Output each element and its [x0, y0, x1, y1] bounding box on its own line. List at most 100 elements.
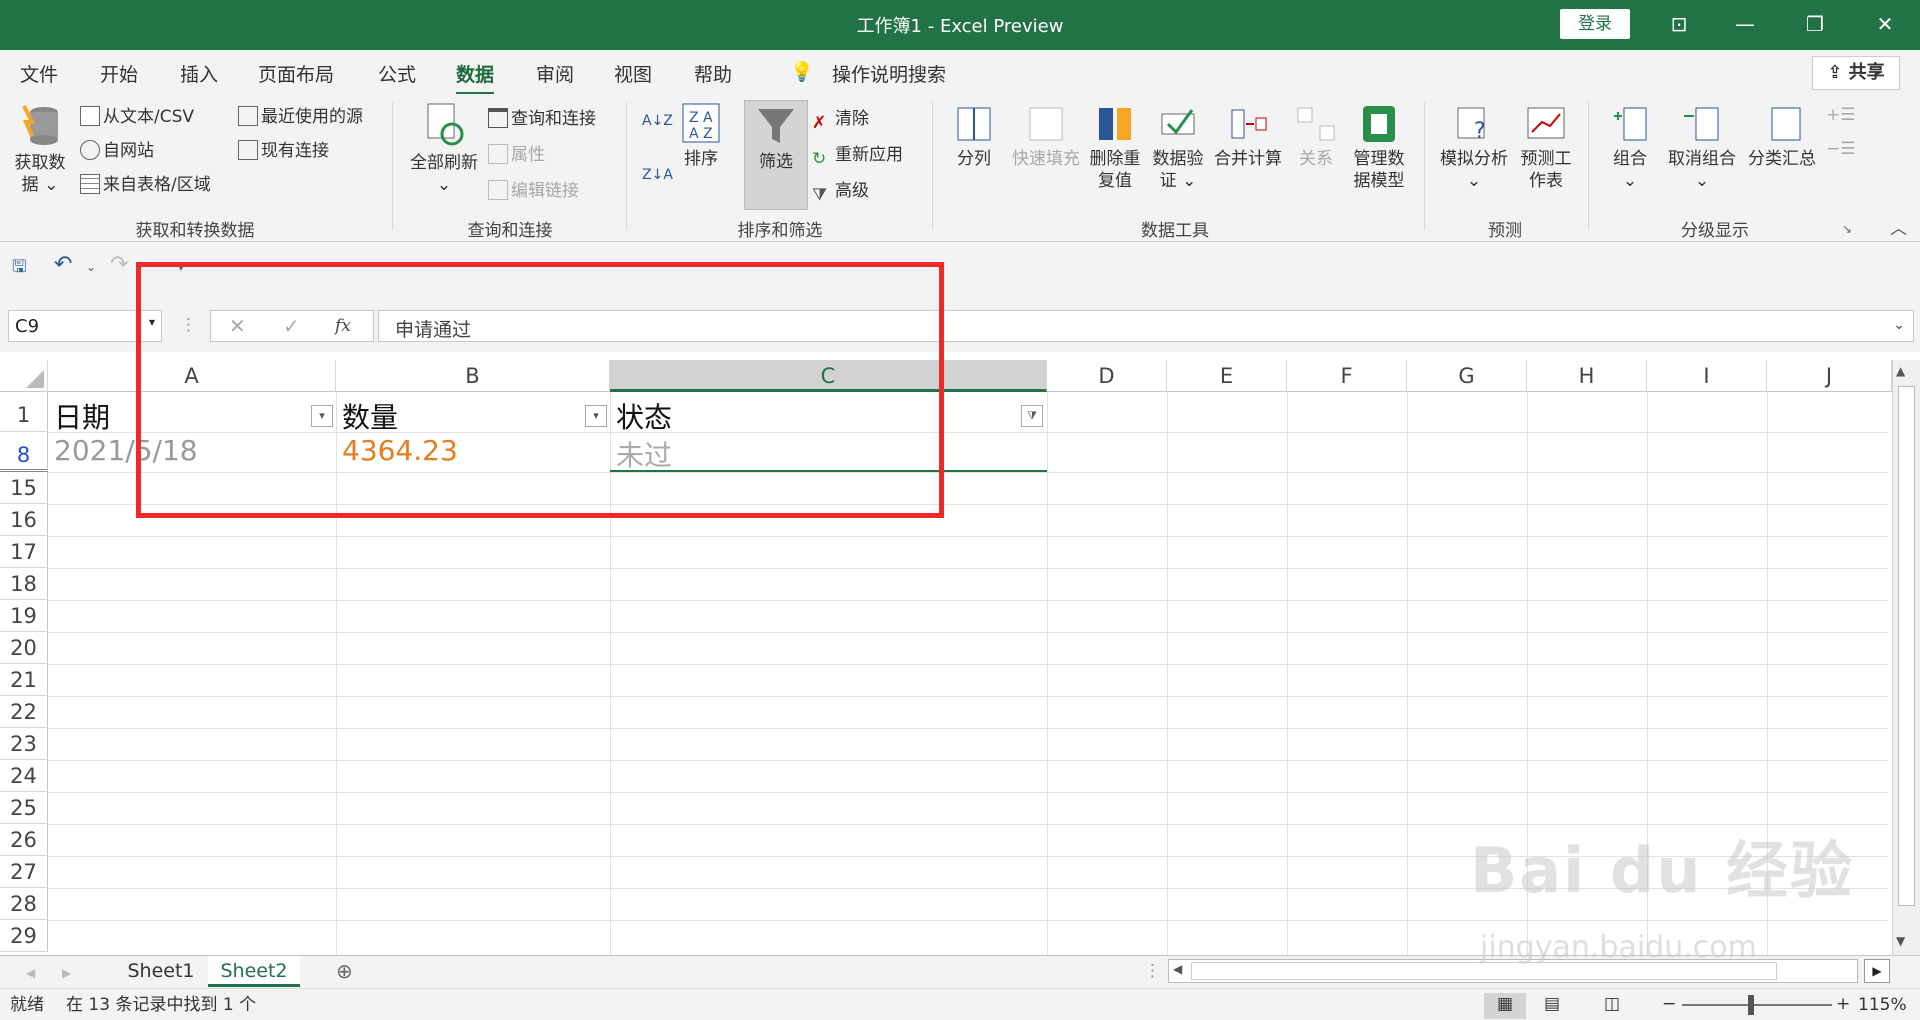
ungroup-button[interactable]: 取消组合 ⌄ — [1662, 104, 1742, 192]
tab-data[interactable]: 数据 — [456, 60, 495, 95]
advanced-filter-button[interactable]: ⧩ 高级 — [812, 180, 869, 205]
row-header[interactable]: 15 — [0, 472, 48, 504]
restore-icon[interactable]: ❐ — [1786, 0, 1844, 50]
select-all-corner[interactable] — [0, 360, 48, 392]
expand-formula-icon[interactable]: ⌄ — [1893, 317, 1905, 333]
existing-connections-button[interactable]: 现有连接 — [238, 140, 329, 162]
sort-button[interactable]: Z AA Z 排序 — [676, 102, 726, 170]
row-header[interactable]: 23 — [0, 728, 48, 760]
row-header[interactable]: 19 — [0, 600, 48, 632]
tab-home[interactable]: 开始 — [100, 60, 138, 87]
cell-a1[interactable]: 日期 — [54, 396, 110, 436]
refresh-all-button[interactable]: 全部刷新 ⌄ — [404, 102, 484, 196]
reapply-button[interactable]: ↻ 重新应用 — [812, 144, 903, 169]
forecast-sheet-button[interactable]: 预测工作表 — [1516, 104, 1576, 192]
edit-links-button[interactable]: 编辑链接 — [488, 180, 579, 202]
consolidate-button[interactable]: 合并计算 — [1210, 104, 1286, 170]
scroll-right-icon[interactable]: ▶ — [1864, 959, 1890, 983]
column-header[interactable]: I — [1647, 360, 1767, 392]
filter-button[interactable]: 筛选 — [744, 100, 808, 210]
group-button[interactable]: 组合 ⌄ — [1598, 104, 1662, 192]
tab-formulas[interactable]: 公式 — [378, 60, 416, 87]
row-header[interactable]: 16 — [0, 504, 48, 536]
sort-ascending-icon[interactable]: A↓Z — [642, 110, 673, 132]
tell-me-search[interactable]: 操作说明搜索 — [832, 60, 946, 87]
undo-icon[interactable]: ↶ — [54, 254, 72, 276]
tab-insert[interactable]: 插入 — [180, 60, 218, 87]
close-icon[interactable]: ✕ — [1856, 0, 1914, 50]
page-break-view-icon[interactable]: ◫ — [1604, 993, 1620, 1015]
properties-button[interactable]: 属性 — [488, 144, 545, 166]
row-header[interactable]: 8 — [0, 432, 48, 472]
queries-connections-button[interactable]: 查询和连接 — [488, 108, 596, 130]
column-header[interactable]: H — [1527, 360, 1647, 392]
row-header[interactable]: 27 — [0, 856, 48, 888]
flash-fill-button[interactable]: 快速填充 — [1006, 104, 1086, 170]
sort-descending-icon[interactable]: Z↓A — [642, 164, 673, 186]
data-validation-button[interactable]: 数据验证 ⌄ — [1148, 104, 1208, 192]
minimize-icon[interactable]: — — [1716, 0, 1774, 50]
scroll-left-icon[interactable]: ◀ — [1173, 962, 1182, 976]
split-handle-icon[interactable]: ⋮ — [1144, 960, 1161, 982]
manage-data-model-button[interactable]: 管理数据模型 — [1346, 104, 1412, 192]
from-text-button[interactable]: 从文本/CSV — [80, 106, 194, 128]
clear-filter-button[interactable]: ✗ 清除 — [812, 108, 869, 133]
recent-sources-button[interactable]: 最近使用的源 — [238, 106, 363, 128]
tab-review[interactable]: 审阅 — [536, 60, 574, 87]
hide-detail-icon[interactable]: −☰ — [1826, 138, 1855, 160]
scroll-up-icon[interactable]: ▲ — [1896, 364, 1905, 378]
column-header[interactable]: E — [1167, 360, 1287, 392]
row-header[interactable]: 24 — [0, 760, 48, 792]
normal-view-icon[interactable]: ▦ — [1484, 993, 1526, 1019]
remove-duplicates-button[interactable]: 删除重复值 — [1086, 104, 1144, 192]
row-header[interactable]: 21 — [0, 664, 48, 696]
scroll-down-icon[interactable]: ▼ — [1896, 934, 1905, 948]
page-layout-view-icon[interactable]: ▤ — [1544, 993, 1560, 1015]
sheet-tab-active[interactable]: Sheet2 — [208, 956, 300, 987]
row-header[interactable]: 1 — [0, 392, 48, 432]
filter-active-c-icon[interactable]: ⧩ — [1021, 405, 1043, 427]
from-table-button[interactable]: 来自表格/区域 — [80, 174, 211, 196]
sheet-tab[interactable]: Sheet1 — [116, 956, 206, 987]
show-detail-icon[interactable]: +☰ — [1826, 104, 1855, 126]
tab-file[interactable]: 文件 — [20, 60, 58, 87]
save-icon[interactable]: 🖫 — [12, 256, 26, 278]
undo-dropdown-icon[interactable]: ⌄ — [86, 256, 96, 278]
ribbon-display-icon[interactable]: ⊡ — [1650, 0, 1708, 50]
login-button[interactable]: 登录 — [1560, 9, 1630, 39]
dialog-launcher-icon[interactable]: ↘ — [1842, 218, 1852, 240]
row-header[interactable]: 29 — [0, 920, 48, 952]
subtotal-button[interactable]: 分类汇总 — [1744, 104, 1820, 170]
scrollbar-thumb[interactable] — [1898, 386, 1915, 906]
column-header[interactable]: F — [1287, 360, 1407, 392]
tab-view[interactable]: 视图 — [614, 60, 652, 87]
collapse-ribbon-icon[interactable]: ︿ — [1890, 218, 1907, 240]
from-web-button[interactable]: 自网站 — [80, 140, 154, 162]
zoom-in-icon[interactable]: + — [1836, 993, 1850, 1015]
row-header[interactable]: 22 — [0, 696, 48, 728]
row-header[interactable]: 20 — [0, 632, 48, 664]
share-button[interactable]: ⇪ 共享 — [1812, 56, 1900, 90]
zoom-out-icon[interactable]: − — [1662, 993, 1676, 1015]
get-data-button[interactable]: 获取数据 ⌄ — [10, 102, 70, 196]
prev-sheet-icon[interactable]: ◀ — [26, 962, 35, 984]
zoom-slider[interactable] — [1682, 1004, 1832, 1006]
zoom-level[interactable]: 115% — [1858, 994, 1907, 1016]
vertical-scrollbar[interactable]: ▲ ▼ — [1892, 360, 1920, 955]
row-header[interactable]: 17 — [0, 536, 48, 568]
relationships-button[interactable]: 关系 — [1290, 104, 1342, 170]
next-sheet-icon[interactable]: ▶ — [62, 962, 71, 984]
column-header[interactable]: J — [1767, 360, 1892, 392]
zoom-slider-handle[interactable] — [1748, 995, 1754, 1015]
column-header[interactable]: G — [1407, 360, 1527, 392]
redo-icon[interactable]: ↷ — [110, 254, 128, 276]
what-if-analysis-button[interactable]: ? 模拟分析 ⌄ — [1434, 104, 1514, 192]
tab-page-layout[interactable]: 页面布局 — [258, 60, 334, 87]
row-header[interactable]: 25 — [0, 792, 48, 824]
row-header[interactable]: 18 — [0, 568, 48, 600]
row-header[interactable]: 26 — [0, 824, 48, 856]
text-to-columns-button[interactable]: 分列 — [948, 104, 1000, 170]
add-sheet-icon[interactable]: ⊕ — [336, 960, 353, 982]
tab-help[interactable]: 帮助 — [694, 60, 732, 87]
row-header[interactable]: 28 — [0, 888, 48, 920]
